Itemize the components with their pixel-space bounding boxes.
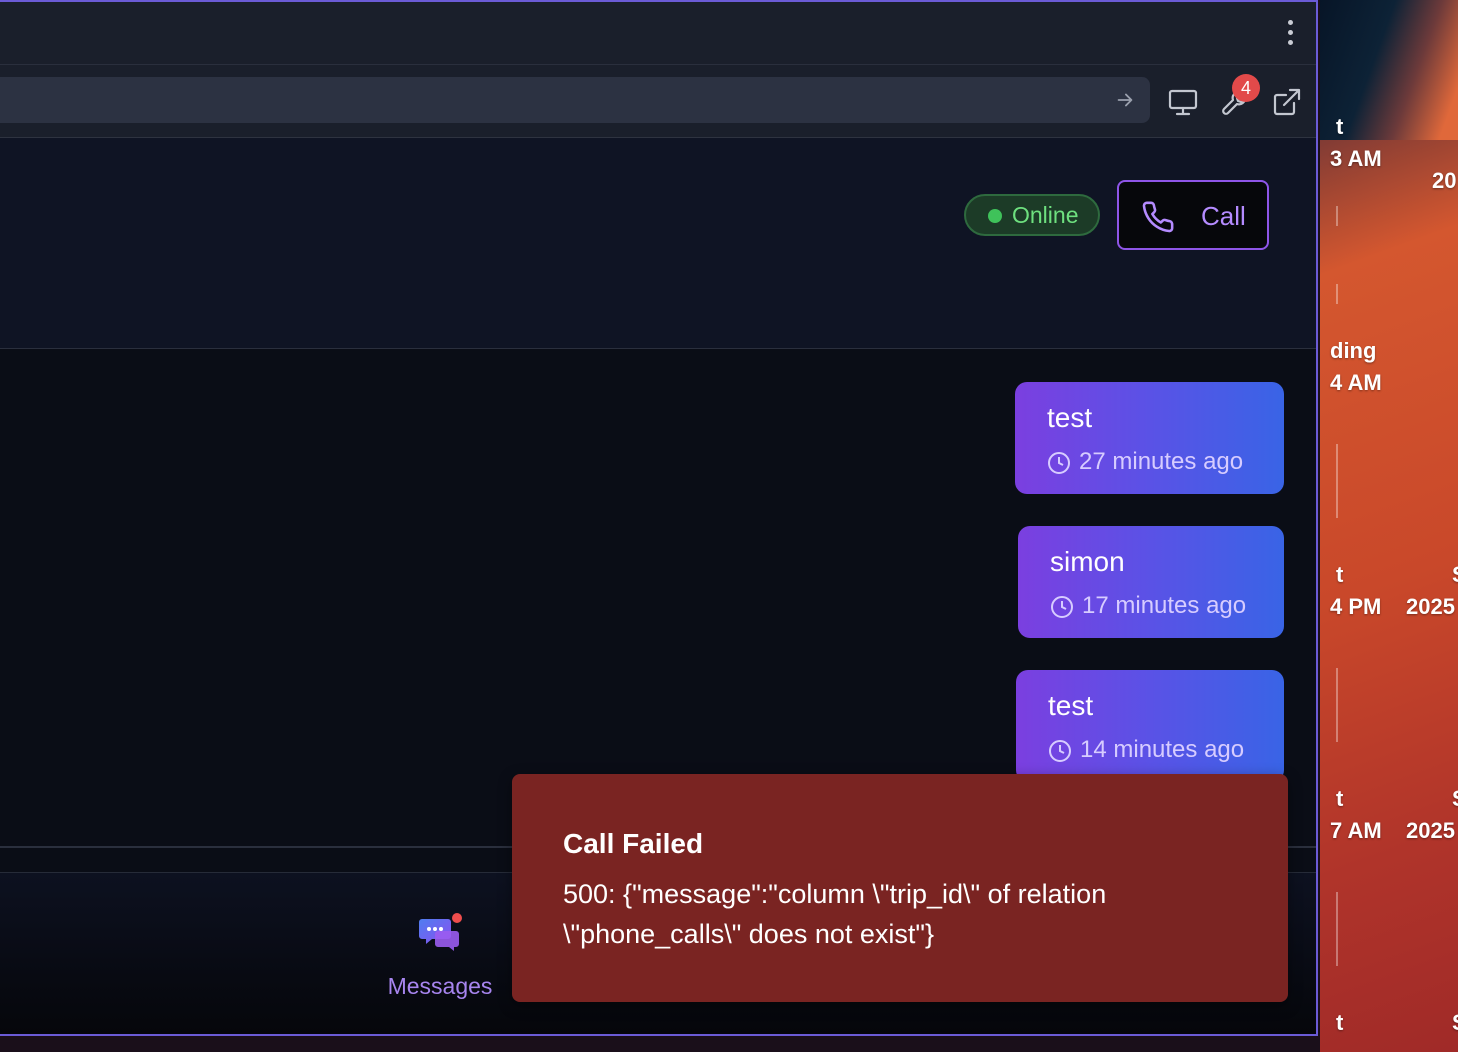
kebab-menu-icon[interactable] — [1286, 20, 1294, 48]
desktop-divider — [1336, 284, 1338, 304]
url-input[interactable] — [0, 77, 1150, 123]
nav-item-messages[interactable]: Messages — [380, 909, 500, 1009]
chat-header: Online Call — [0, 138, 1316, 349]
desktop-label: 7 AM — [1330, 818, 1382, 843]
external-link-icon[interactable] — [1270, 85, 1304, 119]
arrow-right-icon[interactable] — [1114, 89, 1136, 111]
desktop-label: t — [1336, 562, 1344, 587]
desktop-label: S — [1452, 562, 1458, 588]
desktop-label: ding — [1330, 338, 1377, 363]
message-text: simon — [1050, 546, 1125, 577]
desktop-label: 20 — [1432, 168, 1457, 193]
message-text: test — [1047, 402, 1093, 433]
desktop-label: 4 PM — [1330, 594, 1382, 619]
message-time-label: 14 minutes ago — [1080, 736, 1245, 763]
clock-icon — [1048, 452, 1070, 474]
desktop-divider — [1336, 444, 1338, 518]
toolbar — [0, 65, 1316, 138]
call-button-label: Call — [1201, 201, 1246, 231]
desktop-background: t 3 AM 20 ding 4 AM t 4 PM 2025 S t 7 AM… — [1320, 0, 1458, 1052]
monitor-icon[interactable] — [1166, 85, 1200, 119]
desktop-label: 3 AM — [1330, 146, 1382, 171]
status-label: Online — [1012, 202, 1079, 228]
desktop-label: t — [1336, 114, 1344, 139]
message-bubble[interactable]: test 14 minutes ago — [1016, 670, 1284, 782]
desktop-divider — [1336, 206, 1338, 226]
toast-title: Call Failed — [563, 828, 704, 859]
clock-icon — [1051, 596, 1073, 618]
message-list: test 27 minutes ago simon 17 minutes ago… — [0, 349, 1316, 846]
phone-icon — [1142, 201, 1174, 233]
message-bubble[interactable]: simon 17 minutes ago — [1018, 526, 1284, 638]
message-text: test — [1048, 690, 1094, 721]
desktop-label: 4 AM — [1330, 370, 1382, 395]
nav-item-label: Messages — [387, 973, 493, 999]
desktop-divider — [1336, 668, 1338, 742]
unread-dot — [452, 913, 462, 923]
call-button[interactable]: Call — [1117, 180, 1269, 250]
desktop-label: S — [1452, 786, 1458, 812]
message-time-label: 17 minutes ago — [1082, 592, 1247, 619]
title-bar — [0, 2, 1316, 65]
status-dot-icon — [988, 209, 1002, 223]
message-time-label: 27 minutes ago — [1079, 448, 1244, 475]
desktop-label: t — [1336, 786, 1344, 811]
message-bubble[interactable]: test 27 minutes ago — [1015, 382, 1284, 494]
status-badge: Online — [964, 194, 1100, 236]
desktop-label: 2025 — [1406, 818, 1455, 843]
desktop-label: S — [1452, 1010, 1458, 1036]
desktop-label: t — [1336, 1010, 1344, 1035]
desktop-label: 2025 — [1406, 594, 1455, 619]
error-toast[interactable]: Call Failed 500: {"message":"column \"tr… — [512, 774, 1288, 1002]
notification-badge: 4 — [1232, 74, 1260, 102]
clock-icon — [1049, 740, 1071, 762]
desktop-divider — [1336, 892, 1338, 966]
toast-message: 500: {"message":"column \"trip_id\" of r… — [563, 879, 1107, 949]
